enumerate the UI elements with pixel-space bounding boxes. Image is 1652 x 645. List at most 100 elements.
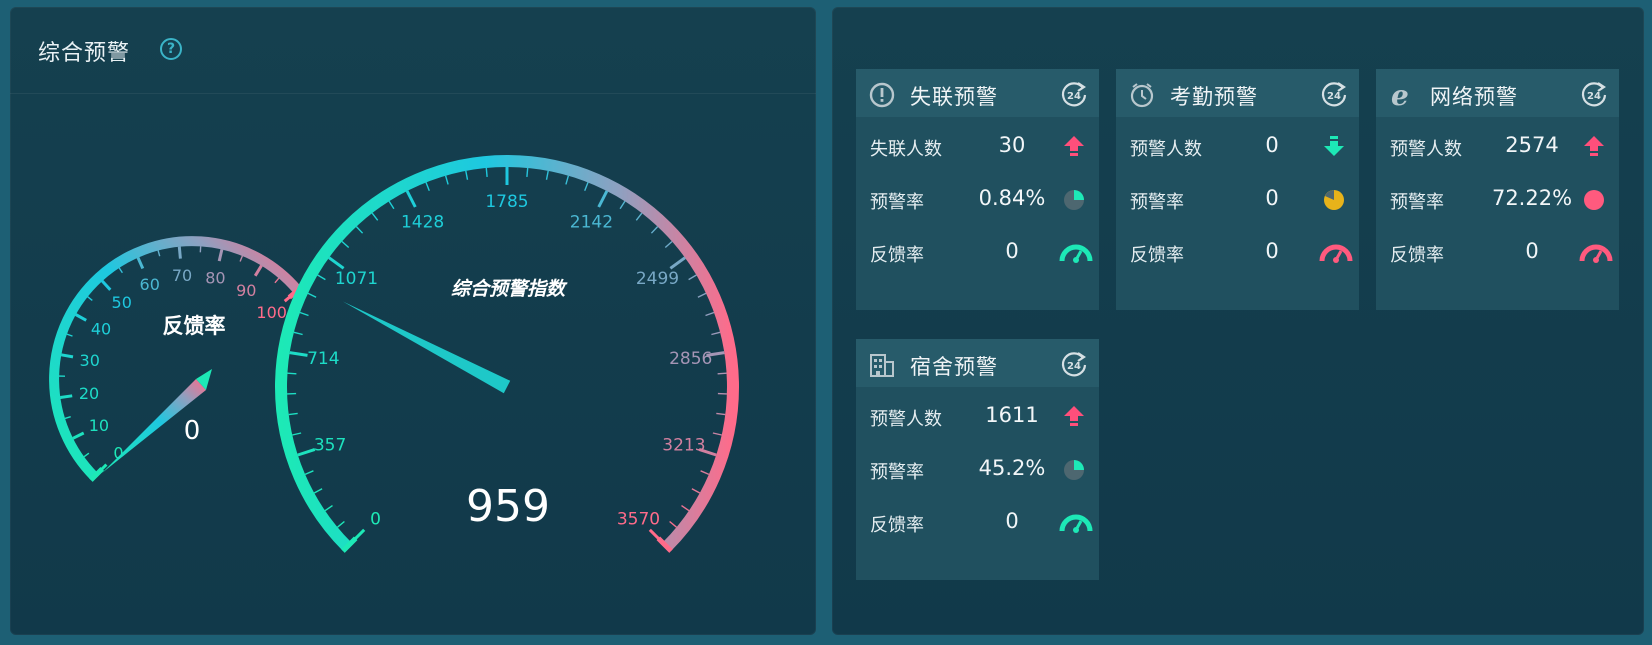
browser-e-icon: e: [1388, 79, 1416, 113]
gauge-tick-label: 30: [80, 351, 100, 370]
pie-small-icon: [1059, 456, 1089, 484]
gauge-major-tick: [60, 394, 73, 399]
gauge-minor-tick: [635, 212, 643, 221]
gauge-major-tick: [100, 279, 112, 291]
gauge-needle: [342, 301, 511, 394]
gauge-minor-tick: [711, 331, 721, 336]
24h-refresh-icon[interactable]: 24: [1319, 79, 1349, 113]
gauge-minor-tick: [526, 167, 529, 177]
row-value: 45.2%: [978, 456, 1046, 480]
gauge-minor-tick: [355, 226, 364, 234]
gauge-minor-tick: [287, 372, 297, 375]
gauge-minor-tick: [293, 331, 303, 336]
gauge-major-tick: [217, 249, 224, 262]
gauge-tick-label: 20: [79, 384, 99, 403]
gauge-minor-tick: [717, 372, 727, 375]
warning-card[interactable]: 考勤预警 24 预警人数 0 预警率 0 反馈率 0: [1116, 69, 1359, 310]
24h-refresh-icon[interactable]: 24: [1579, 79, 1609, 113]
speedometer-green-icon: [1059, 239, 1093, 267]
gauge-minor-tick: [292, 432, 302, 436]
gauge-tick-label: 2499: [636, 269, 679, 289]
gauge-tick-label: 3570: [617, 510, 660, 530]
card-header: e 网络预警 24: [1376, 69, 1619, 117]
row-value: 0: [1265, 133, 1279, 157]
gauge-minor-tick: [700, 470, 710, 476]
row-label: 预警率: [1390, 192, 1444, 213]
gauge-minor-tick: [664, 240, 673, 249]
gauge-minor-tick: [64, 416, 71, 420]
gauge-minor-tick: [299, 311, 309, 317]
card-header: 失联预警 24: [856, 69, 1099, 117]
gauge-minor-tick: [444, 175, 449, 185]
warning-card[interactable]: 宿舍预警 24 预警人数 1611 预警率 45.2% 反馈率 0: [856, 339, 1099, 580]
card-title: 网络预警: [1430, 85, 1518, 109]
feedback-gauge-value: 0: [184, 416, 201, 446]
gauge-minor-tick: [239, 255, 244, 262]
gauge-minor-tick: [688, 274, 697, 281]
gauge-major-tick: [597, 190, 609, 208]
pie-yellow-icon: [1319, 186, 1349, 214]
alert-circle-icon: [868, 81, 896, 113]
arrow-up-icon: [1059, 133, 1089, 161]
card-row: 失联人数 30: [856, 123, 1099, 171]
gauge-tick-label: 40: [91, 319, 111, 338]
gauge-tick-label: 3213: [662, 436, 705, 456]
feedback-gauge-label: 反馈率: [163, 314, 226, 338]
speedometer-red-icon: [1319, 239, 1353, 267]
gauge-tick-label: 2856: [669, 349, 712, 369]
gauge-tick-label: 60: [140, 275, 160, 294]
row-value: 0: [1265, 186, 1279, 210]
gauge-minor-tick: [304, 470, 314, 476]
gauge-major-tick: [648, 528, 664, 544]
card-row: 预警人数 2574: [1376, 123, 1619, 171]
card-row: 反馈率 0: [856, 499, 1099, 547]
svg-text:24: 24: [1067, 361, 1081, 372]
gauge-tick-label: 100: [256, 303, 287, 322]
gauge-tick-label: 90: [236, 281, 256, 300]
gauge-minor-tick: [83, 452, 90, 458]
gauge-tick-label: 1785: [485, 192, 528, 212]
row-value: 0.84%: [978, 186, 1046, 210]
card-row: 反馈率 0: [1116, 229, 1359, 277]
gauge-minor-tick: [650, 226, 659, 234]
row-label: 反馈率: [1390, 245, 1444, 266]
building-icon: [868, 351, 896, 383]
row-value: 0: [1525, 239, 1539, 263]
row-label: 反馈率: [870, 515, 924, 536]
card-header: 考勤预警 24: [1116, 69, 1359, 117]
gauge-minor-tick: [337, 520, 345, 528]
gauge-minor-tick: [716, 412, 726, 416]
card-row: 预警率 0: [1116, 176, 1359, 224]
clock-icon: [1128, 81, 1156, 113]
card-row: 预警人数 0: [1116, 123, 1359, 171]
gauge-minor-tick: [288, 412, 298, 416]
card-title: 失联预警: [910, 85, 998, 109]
warning-card[interactable]: 失联预警 24 失联人数 30 预警率 0.84% 反馈率 0: [856, 69, 1099, 310]
row-value: 2574: [1505, 133, 1559, 157]
card-row: 反馈率 0: [1376, 229, 1619, 277]
pie-small-icon: [1059, 186, 1089, 214]
warning-card[interactable]: e 网络预警 24 预警人数 2574 预警率 72.22% 反馈率 0: [1376, 69, 1619, 310]
gauge-major-tick: [289, 351, 308, 357]
category-warnings-panel: 失联预警 24 失联人数 30 预警率 0.84% 反馈率 0 考勤预警 24 …: [832, 7, 1644, 635]
gauge-minor-tick: [584, 182, 589, 192]
gauge-major-tick: [328, 256, 345, 270]
gauge-minor-tick: [307, 292, 317, 298]
feedback-rate-gauge: 0 10 20 30 4050 60 70 80 90100: [49, 236, 304, 482]
gauge-minor-tick: [317, 274, 326, 281]
card-row: 预警人数 1611: [856, 393, 1099, 441]
gauge-minor-tick: [705, 311, 715, 317]
pie-full-red-icon: [1579, 186, 1609, 214]
gauge-tick-label: 0: [370, 510, 381, 530]
24h-refresh-icon[interactable]: 24: [1059, 79, 1089, 113]
gauge-minor-tick: [66, 333, 73, 337]
card-row: 预警率 72.22%: [1376, 176, 1619, 224]
24h-refresh-icon[interactable]: 24: [1059, 349, 1089, 383]
composite-gauge-label: 综合预警指数: [451, 278, 568, 300]
row-label: 反馈率: [870, 245, 924, 266]
gauge-tick-label: 1428: [401, 212, 444, 232]
svg-text:24: 24: [1327, 91, 1341, 102]
row-value: 1611: [985, 403, 1039, 427]
row-value: 0: [1265, 239, 1279, 263]
card-title: 宿舍预警: [910, 355, 998, 379]
